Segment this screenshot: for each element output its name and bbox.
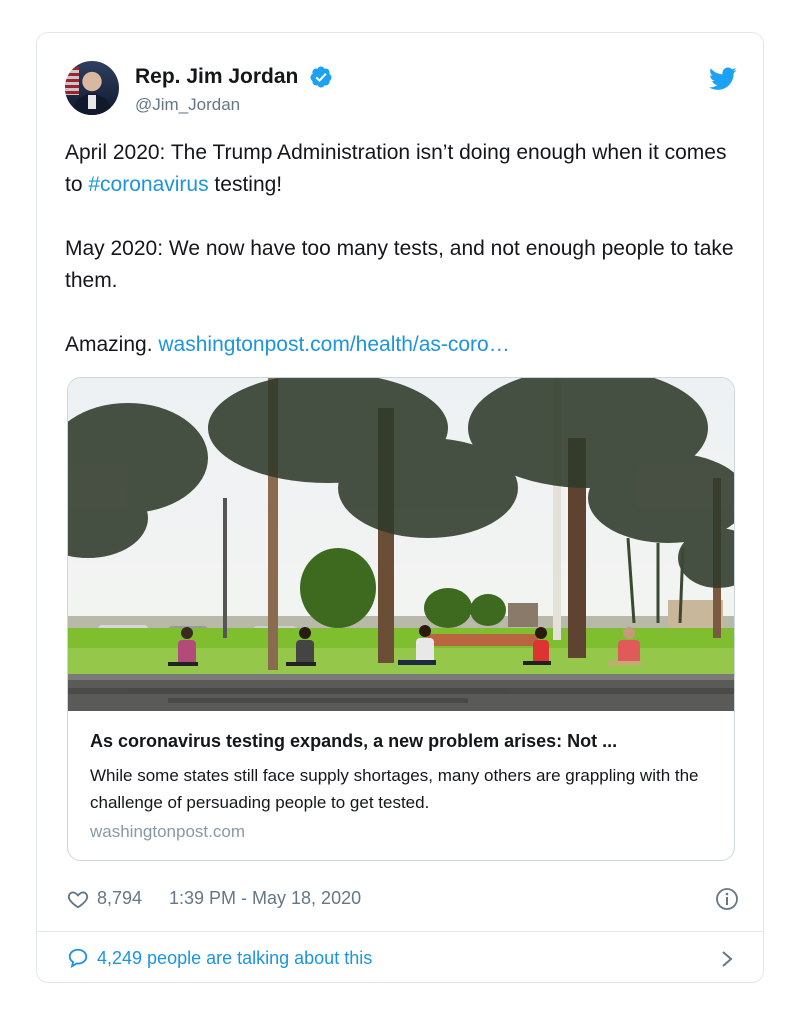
tweet-header: Rep. Jim Jordan @Jim_Jordan (65, 61, 737, 117)
author-block[interactable]: Rep. Jim Jordan @Jim_Jordan (135, 65, 333, 115)
hashtag-link[interactable]: #coronavirus (88, 173, 208, 196)
tweet-paragraph-1: April 2020: The Trump Administration isn… (65, 141, 727, 196)
tweet-paragraph-3: Amazing. washingtonpost.com/health/as-co… (65, 333, 510, 356)
conversation-link[interactable]: 4,249 people are talking about this (67, 945, 739, 975)
tweet-embed-card: Rep. Jim Jordan @Jim_Jordan April 2020: … (36, 32, 764, 983)
conversation-label[interactable]: 4,249 people are talking about this (97, 948, 372, 969)
link-card-description: While some states still face supply shor… (90, 766, 699, 812)
link-card-title[interactable]: As coronavirus testing expands, a new pr… (90, 731, 714, 752)
tweet-timestamp[interactable]: 1:39 PM - May 18, 2020 (169, 888, 361, 909)
author-handle[interactable]: @Jim_Jordan (135, 95, 333, 115)
like-count[interactable]: 8,794 (97, 888, 142, 909)
avatar[interactable] (65, 61, 119, 115)
link-preview-card[interactable]: As coronavirus testing expands, a new pr… (67, 377, 735, 861)
article-link[interactable]: washingtonpost.com/health/as-coro… (158, 333, 509, 356)
tweet-meta: 8,794 1:39 PM - May 18, 2020 (67, 885, 739, 915)
divider (37, 931, 763, 932)
article-photo (68, 378, 734, 711)
twitter-bird-icon[interactable] (709, 67, 737, 91)
author-display-name[interactable]: Rep. Jim Jordan (135, 65, 298, 89)
heart-icon[interactable] (67, 888, 89, 910)
link-card-body: As coronavirus testing expands, a new pr… (90, 731, 714, 842)
speech-bubble-icon (68, 948, 88, 969)
link-card-domain: washingtonpost.com (90, 822, 245, 841)
info-icon[interactable] (715, 887, 739, 911)
chevron-right-icon[interactable] (719, 948, 735, 970)
verified-badge-icon (310, 66, 332, 88)
tweet-paragraph-2: May 2020: We now have too many tests, an… (65, 237, 734, 292)
tweet-text: April 2020: The Trump Administration isn… (65, 137, 737, 361)
